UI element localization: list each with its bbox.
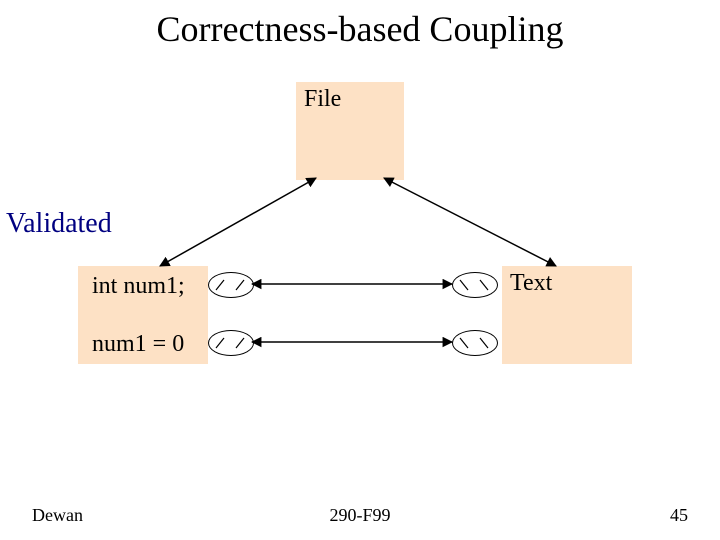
validated-label: Validated — [6, 208, 112, 240]
sync-marker-left-row2 — [208, 330, 254, 356]
slide-stage: Correctness-based Coupling Validated Fil… — [0, 0, 720, 540]
sync-marker-right-row2 — [452, 330, 498, 356]
footer-page: 45 — [670, 505, 688, 526]
sync-marker-left-row1 — [208, 272, 254, 298]
file-label: File — [304, 86, 341, 113]
sync-marker-right-row1 — [452, 272, 498, 298]
footer-course: 290-F99 — [0, 505, 720, 526]
slide-title: Correctness-based Coupling — [0, 8, 720, 50]
code-line-1: int num1; — [92, 273, 185, 300]
text-label: Text — [510, 270, 552, 297]
code-line-2: num1 = 0 — [92, 331, 184, 358]
